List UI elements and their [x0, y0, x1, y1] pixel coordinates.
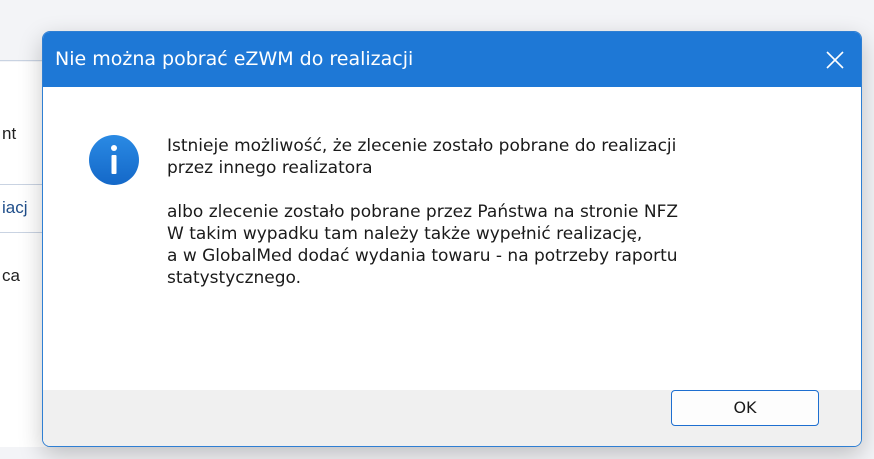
background-label-fragment: nt [2, 124, 17, 143]
dialog-content: Istnieje możliwość, że zlecenie zostało … [43, 87, 861, 390]
background-panel [0, 62, 48, 447]
message-dialog: Nie można pobrać eZWM do realizacji Istn… [42, 31, 862, 447]
message-line: W takim wypadku tam należy także wypełni… [167, 224, 643, 244]
message-spacer [167, 179, 827, 201]
background-label-fragment: ca [2, 266, 20, 285]
close-button[interactable] [807, 32, 861, 87]
info-icon [89, 135, 139, 185]
background-divider [0, 232, 48, 233]
dialog-titlebar[interactable]: Nie można pobrać eZWM do realizacji [43, 32, 861, 87]
dialog-footer: OK [43, 390, 861, 446]
background-divider [0, 60, 48, 61]
message-line: a w GlobalMed dodać wydania towaru - na … [167, 246, 678, 266]
message-line: albo zlecenie zostało pobrane przez Pańs… [167, 202, 678, 222]
message-line: Istnieje możliwość, że zlecenie zostało … [167, 136, 677, 156]
dialog-message: Istnieje możliwość, że zlecenie zostało … [167, 135, 827, 289]
dialog-title: Nie można pobrać eZWM do realizacji [55, 48, 414, 70]
ok-button[interactable]: OK [671, 390, 819, 426]
message-line: statystycznego. [167, 268, 302, 288]
background-divider [0, 184, 48, 185]
message-line: przez innego realizatora [167, 158, 373, 178]
background-tab-fragment[interactable]: iacj [2, 198, 28, 218]
close-icon [826, 51, 844, 69]
